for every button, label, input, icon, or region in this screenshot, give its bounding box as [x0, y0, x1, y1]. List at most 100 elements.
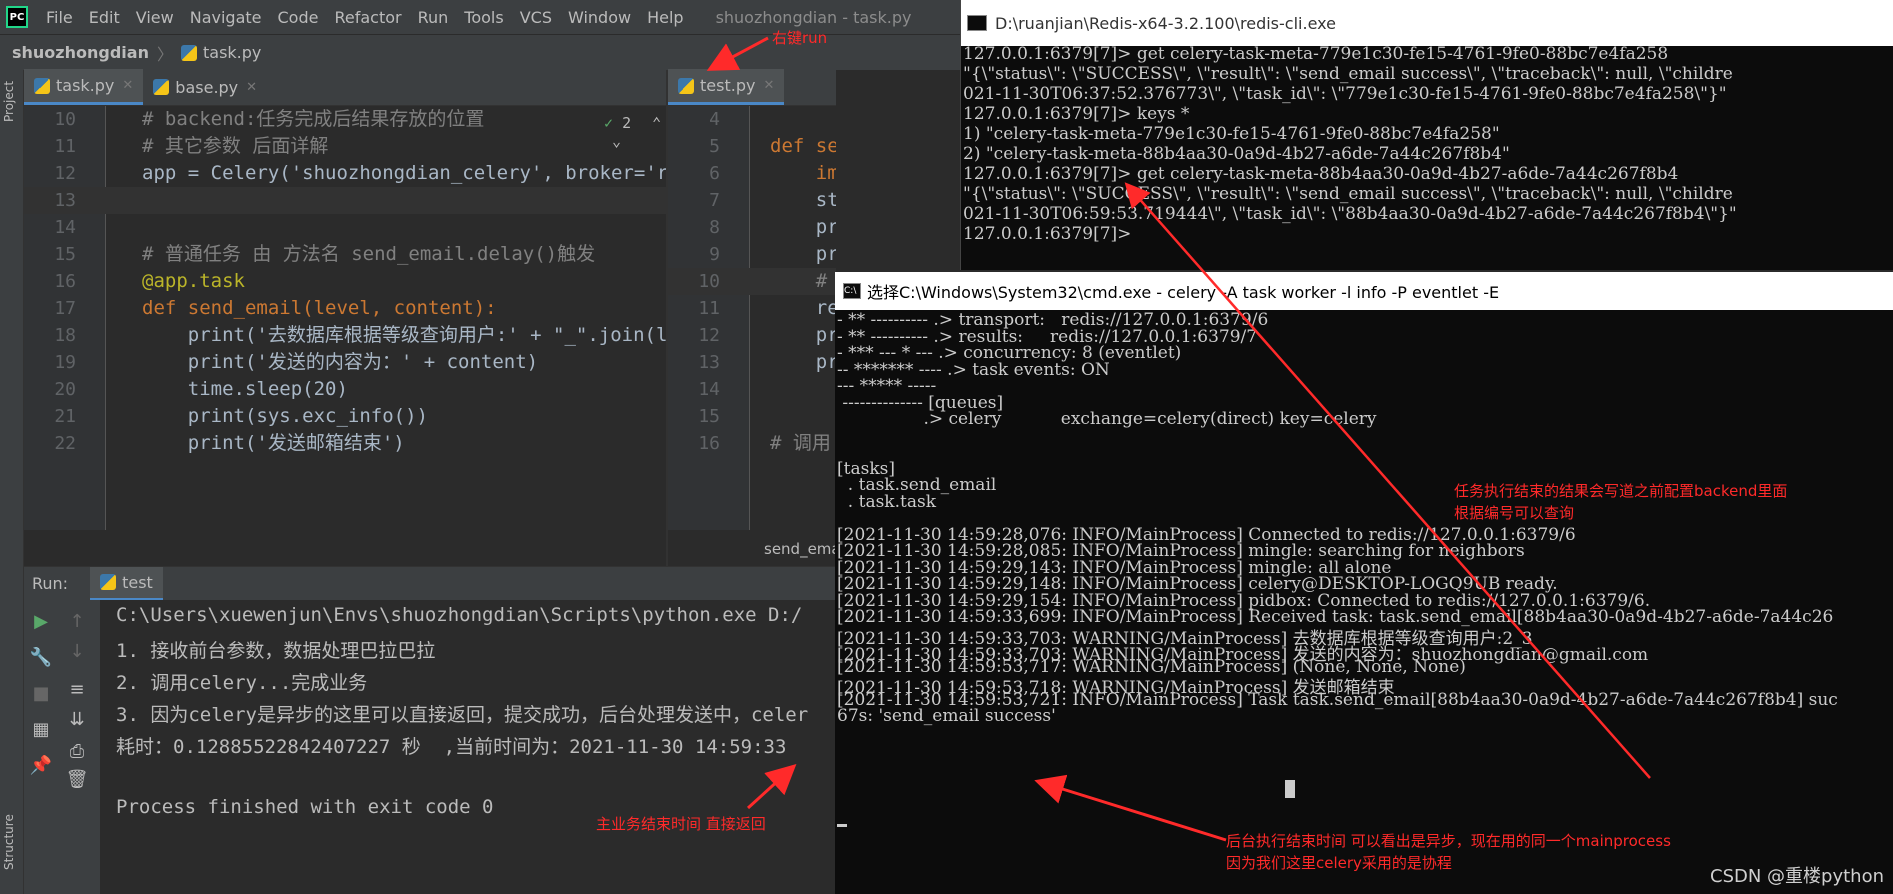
- redis-line: 1) "celery-task-meta-779e1c30-fe15-4761-…: [963, 124, 1500, 144]
- redis-line: 2) "celery-task-meta-88b4aa30-0a9d-4b27-…: [963, 144, 1510, 164]
- code-line[interactable]: 21 print(sys.exc_info()): [24, 403, 666, 430]
- breadcrumb-file[interactable]: task.py: [203, 43, 261, 62]
- project-tool-label[interactable]: Project: [2, 81, 16, 122]
- redis-line: 127.0.0.1:6379[7]> get celery-task-meta-…: [963, 44, 1669, 64]
- run-console[interactable]: C:\Users\xuewenjun\Envs\shuozhongdian\Sc…: [100, 600, 836, 894]
- pin-icon[interactable]: 📌: [30, 754, 52, 776]
- tab-label: task.py: [56, 76, 115, 95]
- cmd-line: . task.task: [837, 491, 937, 512]
- menu-navigate[interactable]: Navigate: [182, 8, 270, 27]
- menu-refactor[interactable]: Refactor: [326, 8, 409, 27]
- menu-edit[interactable]: Edit: [81, 8, 128, 27]
- line-number: 15: [698, 406, 720, 427]
- line-number: 17: [54, 298, 76, 319]
- code-line[interactable]: 14: [24, 214, 666, 241]
- editor-splitter[interactable]: [666, 70, 668, 566]
- code-line[interactable]: 11 re: [668, 295, 836, 322]
- cmd-icon: C:\: [843, 283, 861, 299]
- code-line[interactable]: 4: [668, 106, 836, 133]
- redis-line: 127.0.0.1:6379[7]> keys *: [963, 104, 1190, 124]
- code-line[interactable]: 22 print('发送邮箱结束'): [24, 430, 666, 457]
- line-number: 22: [54, 433, 76, 454]
- redis-line: 021-11-30T06:37:52.376773\", \"task_id\"…: [963, 84, 1727, 104]
- code-line[interactable]: 18 print('去数据库根据等级查询用户:' + "_".join(l: [24, 322, 666, 349]
- line-number: 19: [54, 352, 76, 373]
- terminal-icon: [967, 15, 987, 31]
- menu-window[interactable]: Window: [560, 8, 639, 27]
- code-line[interactable]: 14: [668, 376, 836, 403]
- line-number: 5: [709, 136, 720, 157]
- code-line[interactable]: 13: [24, 187, 666, 214]
- close-icon[interactable]: ✕: [763, 78, 774, 93]
- line-number: 20: [54, 379, 76, 400]
- menu-help[interactable]: Help: [639, 8, 691, 27]
- code-line[interactable]: 20 time.sleep(20): [24, 376, 666, 403]
- run-panel-header: Run: test: [24, 566, 836, 601]
- tab-task-py[interactable]: task.py ✕: [24, 69, 144, 105]
- menu-file[interactable]: File: [38, 8, 81, 27]
- code-text: pri: [815, 324, 836, 346]
- run-tab-test[interactable]: test: [90, 566, 163, 601]
- prompt-cursor: [837, 824, 847, 827]
- code-line[interactable]: 13 pri: [668, 349, 836, 376]
- rerun-icon[interactable]: ▶: [30, 610, 52, 632]
- annotation-backend-note-2: 根据编号可以查询: [1454, 504, 1575, 522]
- arrow-down-icon[interactable]: ↓: [66, 640, 88, 662]
- close-icon[interactable]: ✕: [246, 80, 257, 95]
- annotation-bg-note-1: 后台执行结束时间 可以看出是异步，现在用的同一个mainprocess: [1226, 832, 1671, 850]
- code-line[interactable]: 10 #: [668, 268, 836, 295]
- cmd-title-bar[interactable]: C:\ 选择C:\Windows\System32\cmd.exe - cele…: [835, 272, 1893, 310]
- menu-run[interactable]: Run: [410, 8, 457, 27]
- code-line[interactable]: 8 print("1. 接收: [668, 214, 836, 241]
- structure-tool-label[interactable]: Structure: [2, 814, 16, 870]
- tab-base-py[interactable]: base.py ✕: [143, 69, 267, 105]
- menu-tools[interactable]: Tools: [456, 8, 511, 27]
- arrow-up-icon[interactable]: ↑: [66, 610, 88, 632]
- code-line[interactable]: 15 # 普通任务 由 方法名 send_email.delay()触发: [24, 241, 666, 268]
- line-number: 14: [698, 379, 720, 400]
- right-editor-tabs: test.py ✕: [668, 69, 836, 106]
- redis-line: "{\"status\": \"SUCCESS\", \"result\": \…: [963, 64, 1733, 84]
- code-text: pri: [815, 351, 836, 373]
- line-number: 18: [54, 325, 76, 346]
- tab-label: base.py: [175, 77, 239, 97]
- editor-task-py[interactable]: ✓ 2 ⌃ ⌄ 10 # backend:任务完成后结果存放的位置 11 # 其它参数…: [24, 106, 666, 530]
- code-text: start = time.: [815, 189, 836, 211]
- code-line[interactable]: 16 @app.task: [24, 268, 666, 295]
- breadcrumb-project[interactable]: shuozhongdian: [12, 43, 149, 62]
- scroll-to-end-icon[interactable]: ⇊: [66, 708, 88, 730]
- trash-icon[interactable]: 🗑: [66, 768, 89, 790]
- line-number: 9: [709, 244, 720, 265]
- menu-view[interactable]: View: [128, 8, 182, 27]
- line-number: 10: [698, 271, 720, 292]
- code-line[interactable]: 11 # 其它参数 后面详解: [24, 133, 666, 160]
- print-icon[interactable]: ⎙: [66, 740, 88, 762]
- code-line[interactable]: 12 pri: [668, 322, 836, 349]
- close-icon[interactable]: ✕: [122, 78, 133, 93]
- soft-wrap-icon[interactable]: ≡: [66, 678, 88, 700]
- code-line[interactable]: 10 # backend:任务完成后结果存放的位置: [24, 106, 666, 133]
- code-line[interactable]: 15: [668, 403, 836, 430]
- code-line[interactable]: 6 import time: [668, 160, 836, 187]
- console-line: 2. 调用celery...完成业务: [116, 672, 368, 694]
- code-text: print('发送的内容为：' + content): [142, 351, 539, 373]
- wrench-icon[interactable]: 🔧: [30, 646, 52, 668]
- redis-line: 127.0.0.1:6379[7]> get celery-task-meta-…: [963, 164, 1679, 184]
- code-line[interactable]: 9 pri: [668, 241, 836, 268]
- editor-test-py[interactable]: 45def send_email_to6 import time7 start …: [668, 106, 836, 530]
- menu-code[interactable]: Code: [270, 8, 327, 27]
- tab-test-py[interactable]: test.py ✕: [668, 69, 785, 105]
- stop-icon[interactable]: ■: [30, 682, 52, 704]
- python-file-icon: [678, 77, 694, 94]
- code-line[interactable]: 7 start = time.: [668, 187, 836, 214]
- code-line[interactable]: 5 def send_email_to: [668, 133, 836, 160]
- code-line[interactable]: 17 def send_email(level, content):: [24, 295, 666, 322]
- layout-icon[interactable]: ▦: [30, 718, 52, 740]
- code-line[interactable]: 16 # 调用: [668, 430, 836, 457]
- line-number: 6: [709, 163, 720, 184]
- code-line[interactable]: 12 app = Celery('shuozhongdian_celery', b…: [24, 160, 666, 187]
- run-toolbar: ▶ 🔧 ■ ▦ 📌 ↑ ↓ ≡ ⇊ ⎙ 🗑: [24, 600, 100, 894]
- menu-vcs[interactable]: VCS: [512, 8, 560, 27]
- redis-title-bar[interactable]: D:\ruanjian\Redis-x64-3.2.100\redis-cli.…: [961, 0, 1893, 46]
- code-line[interactable]: 19 print('发送的内容为：' + content): [24, 349, 666, 376]
